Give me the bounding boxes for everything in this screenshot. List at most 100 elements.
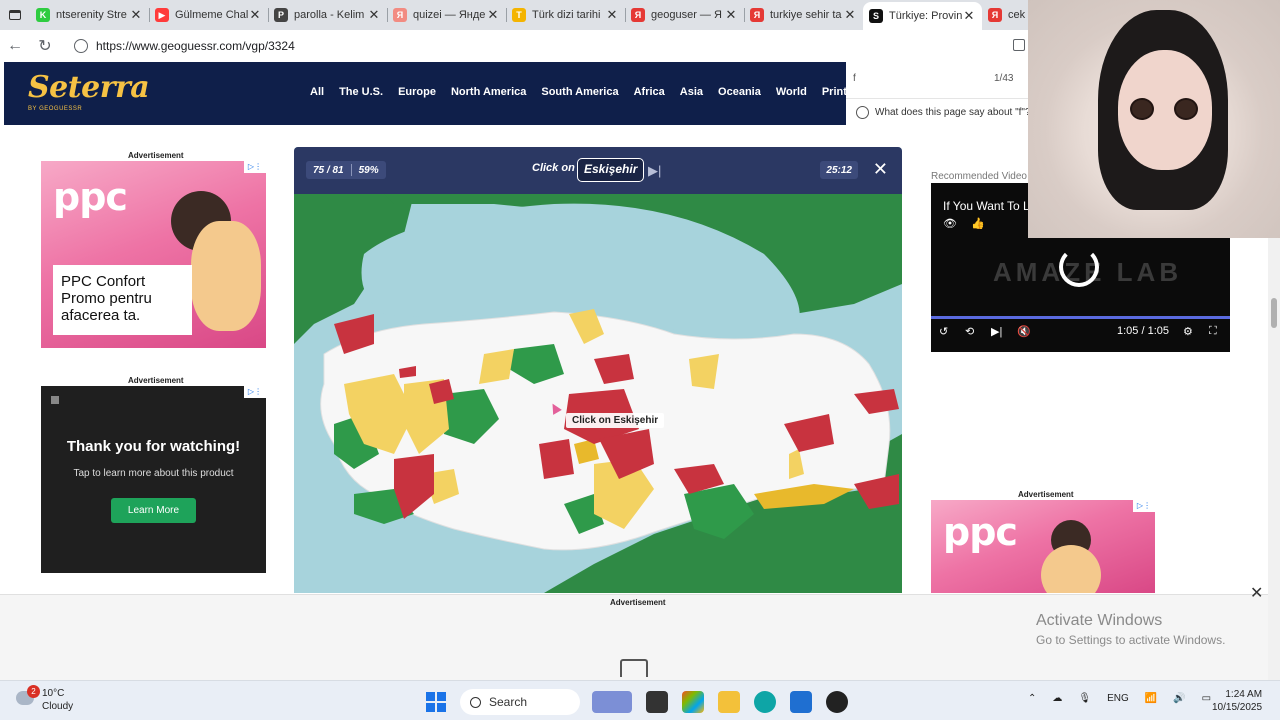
trivia-favicon: T [512,8,526,22]
ad-brand: ppc [943,510,1018,554]
close-tab-icon[interactable]: ✕ [843,7,857,23]
adchoices-icon[interactable]: ▷⋮ [1133,500,1155,512]
fullscreen-icon[interactable]: ⛶ [1209,325,1217,338]
seterra-logo[interactable]: Seterra [28,70,150,105]
close-tab-icon[interactable]: ✕ [605,7,619,23]
taskbar-search[interactable]: Search [460,689,580,715]
store-icon[interactable] [790,691,812,713]
browser-tab[interactable]: Яquizei — Янде ✕ [387,2,506,28]
tray-overflow-icon[interactable]: ⌃ [1028,693,1036,704]
province-yellow-5[interactable] [689,354,719,389]
volume-icon[interactable]: 🔊 [1173,693,1185,704]
edge-icon[interactable] [754,691,776,713]
url-text[interactable]: https://www.geoguessr.com/vgp/3324 [96,39,295,53]
adchoices-icon[interactable]: ▷⋮ [244,386,266,398]
browser-tab[interactable]: Яgeoguser — Я ✕ [625,2,744,28]
progress-count: 75 / 81 [313,164,344,176]
ask-page-suggestion[interactable]: What does this page say about "f"? [846,98,1030,125]
ad-line-2: Promo pentru [61,290,152,307]
browser-tab[interactable]: Яturkiye sehir ta ✕ [744,2,863,28]
dog-image [1041,545,1101,593]
microphone-icon[interactable]: 🎙 [1078,693,1091,704]
refresh-icon[interactable]: ↻ [30,36,60,56]
video-ad[interactable]: ▷⋮ Thank you for watching! Tap to learn … [41,386,266,573]
province-yellow-3[interactable] [479,349,514,384]
timer: 25:12 [820,161,858,179]
close-tab-icon[interactable]: ✕ [724,7,738,23]
activate-title: Activate Windows [1036,612,1163,629]
weather-widget[interactable]: 2 10°C Cloudy [16,685,74,713]
ad-line-3: afacerea ta. [61,307,141,324]
tab-actions-button[interactable] [0,1,30,29]
microsoft-365-icon[interactable] [682,691,704,713]
nav-link[interactable]: Oceania [718,86,761,98]
wifi-icon[interactable]: 📶 [1145,693,1157,704]
browser-tab[interactable]: Pparolla - Kelim ✕ [268,2,387,28]
file-explorer-icon[interactable] [718,691,740,713]
close-icon[interactable]: ✕ [873,159,888,180]
settings-icon[interactable]: ⚙ [1183,325,1193,338]
close-ad-icon[interactable]: ✕ [1250,583,1263,603]
skip-icon[interactable]: ▶| [648,163,661,179]
nav-link[interactable]: All [310,86,324,98]
close-tab-icon[interactable]: ✕ [129,7,143,23]
weather-condition: Cloudy [42,701,74,712]
start-icon[interactable] [426,692,446,712]
turkey-map[interactable] [294,194,902,593]
ad-title: Thank you for watching! [66,438,241,455]
game-toolbar: 75 / 81 59% Click on Eskişehir ▶| 25:12 … [294,147,902,194]
nav-link[interactable]: Europe [398,86,436,98]
replay-small-icon[interactable]: ↺ [939,325,948,338]
scrollbar-thumb[interactable] [1271,298,1277,328]
doll-right-eye [1174,98,1198,120]
parolla-favicon: P [274,8,288,22]
site-info-icon[interactable] [74,38,88,53]
tab-title: Türk dizi tarihi [532,9,601,21]
nav-link[interactable]: Asia [680,86,703,98]
nav-link[interactable]: World [776,86,807,98]
language-indicator[interactable]: ENG [1107,693,1129,704]
tab-title: geoguser — Я [651,9,722,21]
like-icon[interactable]: 👍 [971,217,985,230]
clock[interactable]: 1:24 AM 10/15/2025 [1212,688,1262,714]
click-tooltip: Click on Eskişehir [566,413,665,428]
ad-brand: ppc [53,175,128,219]
browser-tab[interactable]: ▶ Gülmeme Chal ✕ [149,2,268,28]
nav-link[interactable]: The U.S. [339,86,383,98]
close-tab-icon[interactable]: ✕ [248,7,262,23]
find-input[interactable]: f [853,73,856,84]
nav-link[interactable]: North America [451,86,526,98]
clock-date: 10/15/2025 [1212,702,1263,713]
adchoices-icon[interactable]: ▷⋮ [244,161,266,173]
browser-tab[interactable]: Kntserenity Stre ✕ [30,2,149,28]
close-tab-icon[interactable]: ✕ [486,7,500,23]
ad-menu-icon[interactable] [51,396,59,404]
page-scrollbar[interactable] [1268,238,1280,680]
score-percent: 59% [358,164,379,176]
extensions-icon[interactable] [1013,39,1025,51]
replay-icon[interactable] [1059,247,1099,287]
mute-icon[interactable]: 🔇 [1017,325,1031,338]
next-icon[interactable]: ▶| [991,325,1002,338]
ppc-ad-right[interactable]: ppc ▷⋮ [931,500,1155,593]
task-view-icon[interactable] [646,691,668,713]
browser-tab[interactable]: S Türkiye: Provin ✕ [863,2,982,30]
search-icon [470,696,481,708]
tab-title: ntserenity Stre [56,9,127,21]
province-red-5[interactable] [539,439,574,479]
ppc-ad[interactable]: ppc PPC Confort Promo pentru afacerea ta… [41,161,266,348]
nav-link[interactable]: South America [541,86,618,98]
onedrive-icon[interactable]: ☁ [1052,693,1062,704]
browser-tab[interactable]: T Türk dizi tarihi ✕ [506,2,625,28]
learn-more-button[interactable]: Learn More [111,498,196,523]
nav-link[interactable]: Africa [634,86,665,98]
widgets-icon[interactable] [592,691,632,713]
close-tab-icon[interactable]: ✕ [367,7,381,23]
close-tab-icon[interactable]: ✕ [962,8,976,24]
back-icon[interactable]: ← [0,37,30,55]
obs-icon[interactable] [826,691,848,713]
battery-icon[interactable]: ▭ [1202,693,1211,704]
video-progress[interactable] [931,316,1230,319]
address-bar[interactable]: https://www.geoguessr.com/vgp/3324 [66,34,1016,57]
rewind-icon[interactable]: ⟲ [965,325,974,338]
